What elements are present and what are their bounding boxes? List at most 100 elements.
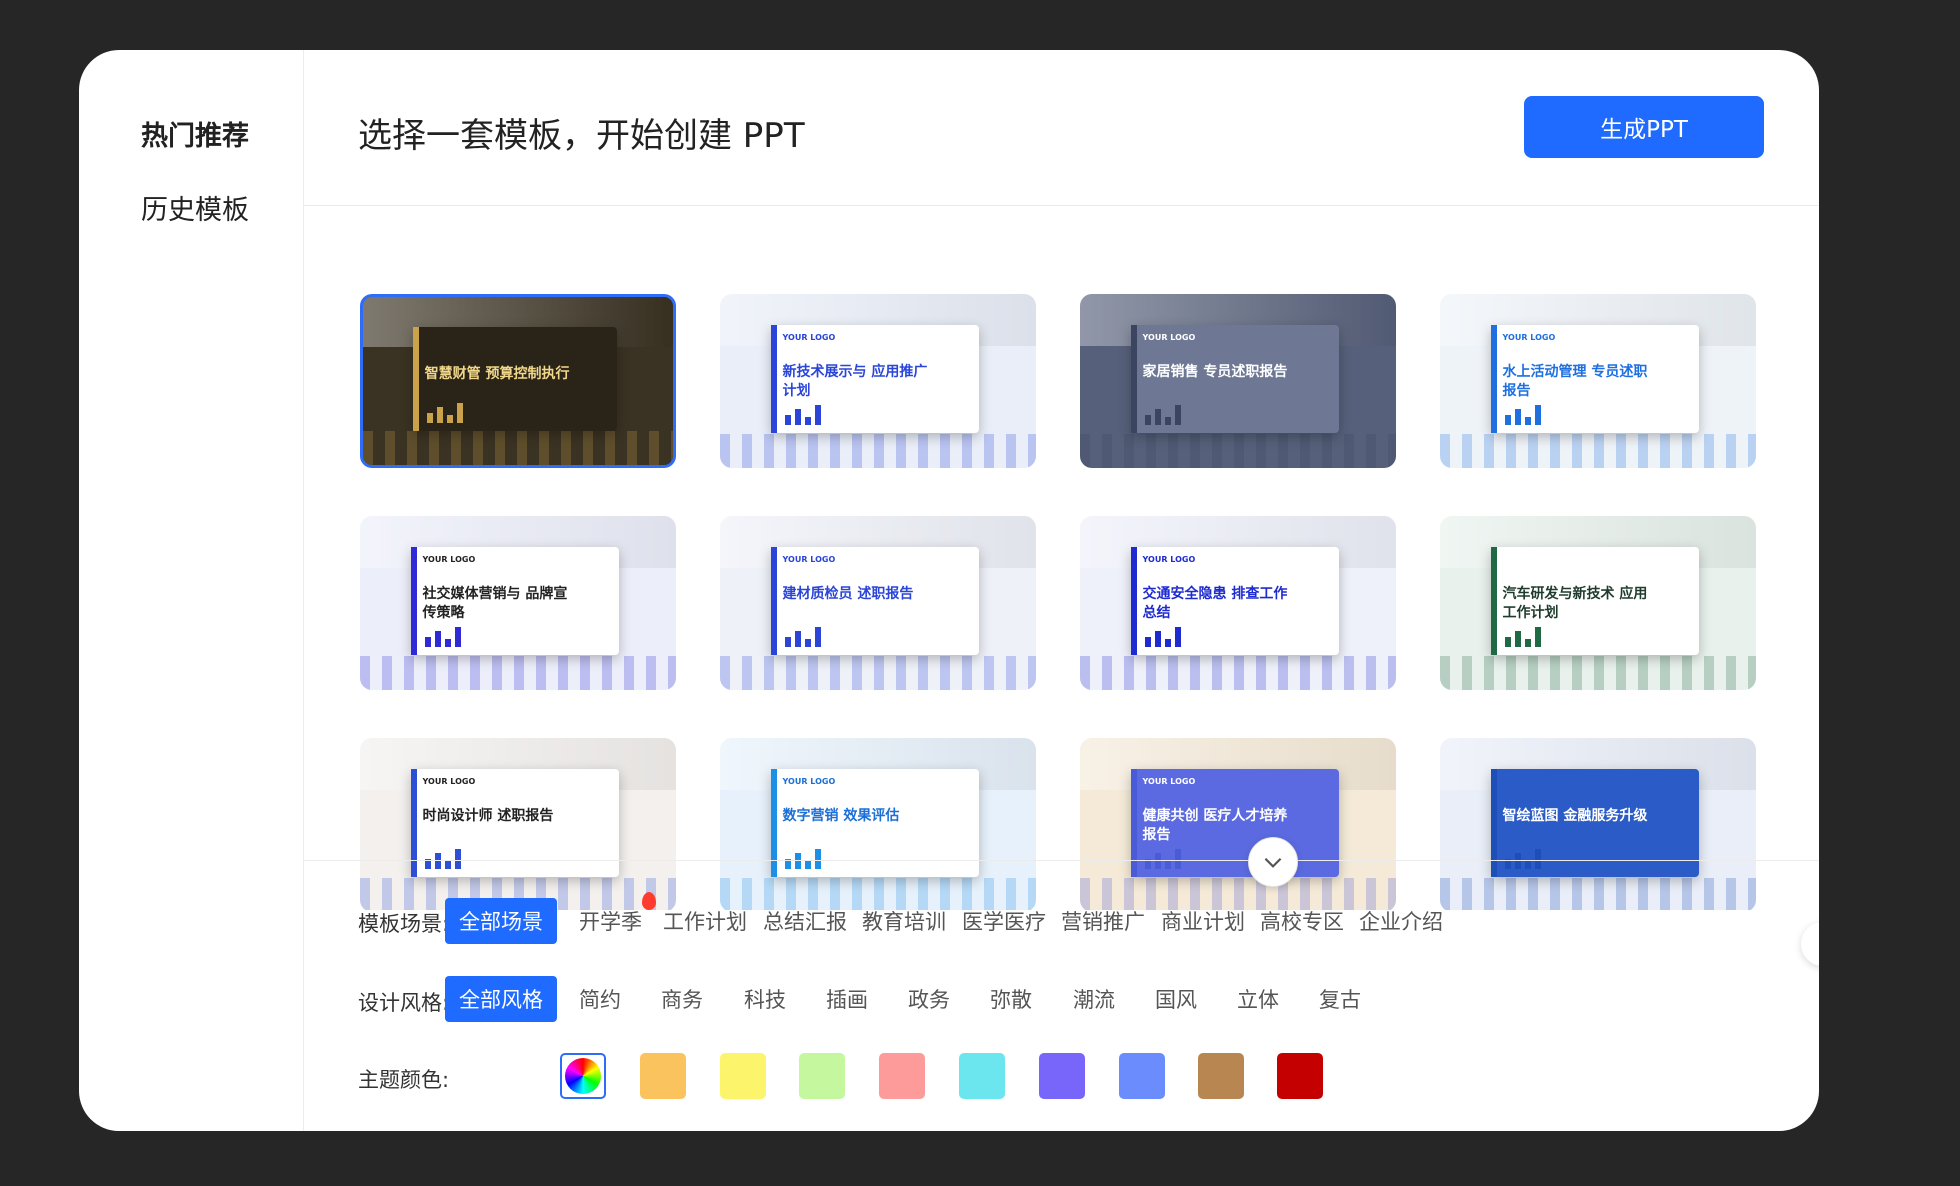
template-title: 时尚设计师 述职报告 [422,808,554,825]
scene-chip[interactable]: 医学医疗 [948,898,1060,944]
template-card[interactable]: YOUR LOGO 时尚设计师 述职报告 [360,738,676,910]
scene-chip[interactable]: 营销推广 [1047,898,1159,944]
decoration-bar [1154,631,1161,648]
template-backdrop-pattern [363,431,673,465]
sidebar: 热门推荐 历史模板 [79,50,304,1131]
scene-chip[interactable]: 教育培训 [848,898,960,944]
template-card[interactable]: YOUR LOGO 建材质检员 述职报告 [720,516,1036,690]
template-title: 社交媒体营销与 品牌宣传策略 [422,586,568,621]
style-chip[interactable]: 立体 [1223,976,1293,1022]
decoration-bar [1534,405,1541,426]
style-chip[interactable]: 政务 [894,976,964,1022]
style-chip[interactable]: 插画 [812,976,882,1022]
template-title: 汽车研发与新技术 应用工作计划 [1502,586,1648,621]
template-card[interactable]: YOUR LOGO 数字营销 效果评估 [720,738,1036,910]
cover-logo: YOUR LOGO [1502,333,1556,343]
decoration-bar [454,627,461,648]
cover-decoration [1504,627,1541,648]
color-swatch[interactable] [720,1053,766,1099]
color-swatch[interactable] [799,1053,845,1099]
template-card[interactable]: YOUR LOGO 健康共创 医疗人才培养报告 [1080,738,1396,910]
color-swatch[interactable] [1039,1053,1085,1099]
template-card[interactable]: YOUR LOGO 交通安全隐患 排查工作总结 [1080,516,1396,690]
template-backdrop-pattern [720,656,1036,690]
cover-decoration [784,627,821,648]
template-cover-slide: YOUR LOGO 社交媒体营销与 品牌宣传策略 [410,547,620,656]
color-swatch[interactable] [1277,1053,1323,1099]
cover-logo: YOUR LOGO [782,777,836,787]
cover-decoration [424,627,461,648]
sidebar-item-history[interactable]: 历史模板 [141,188,249,227]
template-title: 智慧财管 预算控制执行 [424,366,570,383]
color-wheel-icon [565,1058,601,1094]
scene-chip[interactable]: 开学季 [565,892,656,944]
scene-chip[interactable]: 全部场景 [445,898,557,944]
style-chip[interactable]: 简约 [565,976,635,1022]
template-card[interactable]: 汽车研发与新技术 应用工作计划 [1440,516,1756,690]
template-title: 智绘蓝图 金融服务升级 [1502,808,1648,825]
decoration-bar [1524,861,1531,870]
style-chip[interactable]: 弥散 [976,976,1046,1022]
scene-chip-label: 商业计划 [1161,910,1245,934]
scene-next-button[interactable] [1801,922,1819,966]
style-chip[interactable]: 全部风格 [445,976,557,1022]
template-title: 新技术展示与 应用推广计划 [782,364,928,399]
template-backdrop-pattern [1080,434,1396,468]
cover-decoration [426,403,463,424]
chevron-down-icon [1264,857,1282,868]
style-chip[interactable]: 潮流 [1059,976,1129,1022]
template-cover-slide: 智慧财管 预算控制执行 [412,327,618,432]
cover-accent-stripe [1130,769,1137,878]
scene-chip[interactable]: 商业计划 [1147,898,1259,944]
style-chip[interactable]: 国风 [1141,976,1211,1022]
cover-logo: YOUR LOGO [1142,777,1196,787]
scene-chip[interactable]: 高校专区 [1246,898,1358,944]
decoration-bar [1164,639,1171,648]
style-chip[interactable]: 科技 [730,976,800,1022]
scene-chip-label: 营销推广 [1061,910,1145,934]
scene-chip[interactable]: 企业介绍 [1345,898,1457,944]
scene-chip-label: 医学医疗 [962,910,1046,934]
color-swatch[interactable] [1119,1053,1165,1099]
template-card[interactable]: YOUR LOGO 家居销售 专员述职报告 [1080,294,1396,468]
scroll-down-button[interactable] [1248,837,1298,887]
sidebar-item-hot[interactable]: 热门推荐 [141,114,249,153]
all-colors-swatch[interactable] [560,1053,606,1099]
generate-ppt-button[interactable]: 生成PPT [1524,96,1764,158]
template-card[interactable]: YOUR LOGO 社交媒体营销与 品牌宣传策略 [360,516,676,690]
color-swatch[interactable] [640,1053,686,1099]
cover-accent-stripe [410,769,417,878]
chevron-right-icon [1813,934,1819,954]
template-cover-slide: YOUR LOGO 新技术展示与 应用推广计划 [770,325,980,434]
color-swatch[interactable] [959,1053,1005,1099]
scene-chip-label: 教育培训 [862,910,946,934]
scene-chip[interactable]: 总结汇报 [749,898,861,944]
decoration-bar [444,639,451,648]
cover-logo: YOUR LOGO [1142,555,1196,565]
template-cover-slide: 智绘蓝图 金融服务升级 [1490,769,1700,878]
decoration-bar [1504,415,1511,426]
decoration-bar [804,861,811,870]
template-backdrop-pattern [1440,656,1756,690]
template-card[interactable]: YOUR LOGO 新技术展示与 应用推广计划 [720,294,1036,468]
scene-chip-label: 总结汇报 [763,910,847,934]
template-backdrop-pattern [1080,656,1396,690]
color-swatch[interactable] [879,1053,925,1099]
filter-divider [304,860,1819,861]
style-chip[interactable]: 商务 [647,976,717,1022]
color-swatch[interactable] [1198,1053,1244,1099]
scene-chip-label: 全部场景 [459,910,543,934]
template-backdrop-pattern [1440,878,1756,910]
template-card[interactable]: 智慧财管 预算控制执行 [360,294,676,468]
scene-chip[interactable]: 工作计划 [649,898,761,944]
cover-accent-stripe [1130,547,1137,656]
scene-chip-label: 高校专区 [1260,910,1344,934]
style-chip[interactable]: 复古 [1305,976,1375,1022]
template-title: 交通安全隐患 排查工作总结 [1142,586,1288,621]
template-cover-slide: YOUR LOGO 交通安全隐患 排查工作总结 [1130,547,1340,656]
template-card[interactable]: YOUR LOGO 水上活动管理 专员述职报告 [1440,294,1756,468]
template-backdrop-pattern [1440,434,1756,468]
template-cover-slide: YOUR LOGO 数字营销 效果评估 [770,769,980,878]
template-card[interactable]: 智绘蓝图 金融服务升级 [1440,738,1756,910]
decoration-bar [426,413,433,424]
